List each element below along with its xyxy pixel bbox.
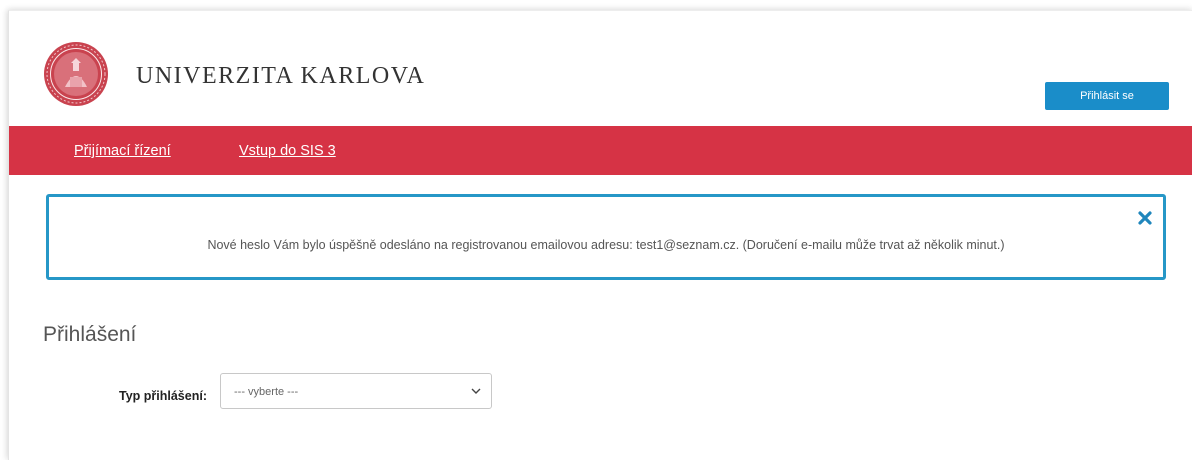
close-icon[interactable] xyxy=(1137,210,1153,226)
chevron-down-icon xyxy=(471,388,481,394)
university-seal-logo[interactable] xyxy=(43,41,109,107)
login-button[interactable]: Přihlásit se xyxy=(1045,82,1169,110)
nav-link-sis3[interactable]: Vstup do SIS 3 xyxy=(239,143,336,159)
login-type-label: Typ přihlášení: xyxy=(119,389,207,403)
success-alert: Nové heslo Vám bylo úspěšně odesláno na … xyxy=(46,194,1166,280)
main-navbar: Přijímací řízení Vstup do SIS 3 xyxy=(9,126,1192,175)
site-header: UNIVERZITA KARLOVA Přihlásit se xyxy=(9,11,1192,124)
page-frame: UNIVERZITA KARLOVA Přihlásit se Přijímac… xyxy=(8,10,1192,460)
section-title-login: Přihlášení xyxy=(43,323,137,346)
select-value: --- vyberte --- xyxy=(234,386,299,398)
nav-link-admission[interactable]: Přijímací řízení xyxy=(74,143,171,159)
alert-message: Nové heslo Vám bylo úspěšně odesláno na … xyxy=(207,238,1005,252)
login-type-select[interactable]: --- vyberte --- xyxy=(220,373,492,409)
brand-name: UNIVERZITA KARLOVA xyxy=(136,63,426,89)
